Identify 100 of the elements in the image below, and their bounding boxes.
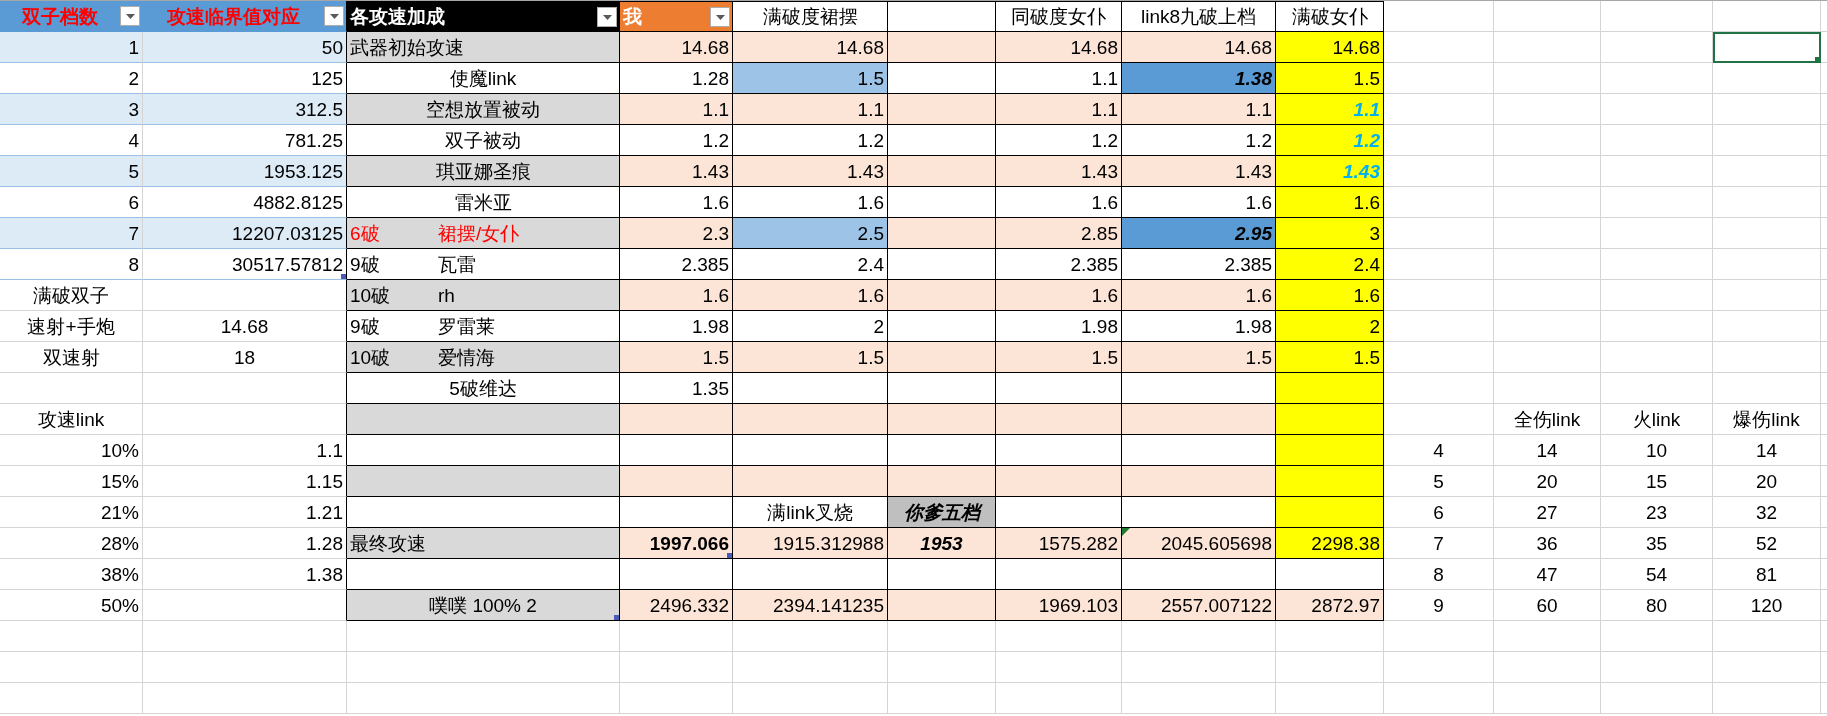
table-cell[interactable]: 2.4 [733,249,888,280]
table-cell[interactable] [996,466,1122,497]
filter-dropdown-button[interactable] [120,6,140,26]
table-cell[interactable] [1276,559,1384,590]
table-cell[interactable]: 38% [0,559,143,590]
table-cell[interactable]: 15% [0,466,143,497]
table-cell[interactable]: 琪亚娜圣痕 [347,156,620,187]
table-cell[interactable] [888,125,996,156]
table-cell[interactable]: 47 [1494,559,1601,590]
table-cell[interactable]: 1575.282 [996,528,1122,559]
table-cell[interactable]: 2.3 [620,218,733,249]
table-cell[interactable]: 7 [1384,528,1494,559]
table-cell[interactable]: 同破度女仆 [996,1,1122,32]
table-cell[interactable]: 满破女仆 [1276,1,1384,32]
table-cell[interactable]: 1969.103 [996,590,1122,621]
table-cell[interactable]: 空想放置被动 [347,94,620,125]
table-cell[interactable]: 2394.141235 [733,590,888,621]
table-cell[interactable] [996,404,1122,435]
table-cell[interactable]: 14.68 [1122,32,1276,63]
table-cell[interactable] [733,373,888,404]
table-cell[interactable]: 1.5 [733,342,888,373]
table-cell[interactable] [888,342,996,373]
table-cell[interactable]: 28% [0,528,143,559]
table-cell[interactable]: 2 [0,63,143,94]
table-cell[interactable] [996,435,1122,466]
table-cell[interactable]: 使魔link [347,63,620,94]
table-cell[interactable] [1122,466,1276,497]
table-cell[interactable]: 双速射 [0,342,143,373]
table-cell[interactable]: 1953 [888,528,996,559]
table-cell[interactable] [1276,373,1384,404]
table-cell[interactable]: 1997.066 [620,528,733,559]
table-cell[interactable]: 2.385 [1122,249,1276,280]
filter-dropdown-button[interactable] [597,7,617,27]
table-cell[interactable]: 2 [1276,311,1384,342]
table-cell[interactable]: link8九破上档 [1122,1,1276,32]
table-cell[interactable]: 火link [1601,404,1713,435]
filter-dropdown-button[interactable] [710,7,730,27]
table-cell[interactable]: 1.35 [620,373,733,404]
table-cell[interactable]: 1953.125 [143,156,347,187]
table-cell[interactable]: 1.28 [620,63,733,94]
table-cell[interactable] [733,559,888,590]
table-cell[interactable]: 1.5 [1276,63,1384,94]
table-cell[interactable]: 1 [0,32,143,63]
table-cell[interactable]: 1.43 [620,156,733,187]
table-cell[interactable] [888,32,996,63]
table-cell[interactable] [620,435,733,466]
table-cell[interactable]: 8 [0,249,143,280]
selected-cell[interactable] [1713,32,1821,63]
table-cell[interactable]: 1.6 [1276,187,1384,218]
table-cell[interactable]: 最终攻速 [347,528,620,559]
table-cell[interactable] [1122,435,1276,466]
table-cell[interactable]: 2872.97 [1276,590,1384,621]
table-cell[interactable]: 14 [1713,435,1821,466]
table-cell[interactable]: 1.2 [1122,125,1276,156]
table-cell[interactable]: 2496.332 [620,590,733,621]
table-cell[interactable] [888,404,996,435]
table-cell[interactable]: 1.98 [996,311,1122,342]
table-cell[interactable] [347,404,620,435]
table-cell[interactable]: 4 [0,125,143,156]
table-cell[interactable]: 1.38 [1122,63,1276,94]
table-cell[interactable]: 125 [143,63,347,94]
table-cell[interactable]: 你爹五档 [888,497,996,528]
table-cell[interactable]: 6 [1384,497,1494,528]
table-cell[interactable]: 武器初始攻速 [347,32,620,63]
table-cell[interactable]: 1.43 [996,156,1122,187]
table-cell[interactable] [733,466,888,497]
table-cell[interactable]: 23 [1601,497,1713,528]
table-cell[interactable] [888,156,996,187]
table-cell[interactable] [347,559,620,590]
table-cell[interactable]: 1.6 [620,187,733,218]
table-cell[interactable]: 1.98 [1122,311,1276,342]
table-cell[interactable]: 9 [1384,590,1494,621]
table-cell[interactable]: 2298.38 [1276,528,1384,559]
table-cell[interactable] [996,497,1122,528]
table-cell[interactable]: 1.2 [733,125,888,156]
table-cell[interactable] [888,590,996,621]
table-cell[interactable]: 全伤link [1494,404,1601,435]
table-cell[interactable]: 1.6 [1122,187,1276,218]
table-cell[interactable]: 54 [1601,559,1713,590]
table-cell[interactable]: 35 [1601,528,1713,559]
table-cell[interactable]: 10% [0,435,143,466]
table-cell[interactable] [996,373,1122,404]
table-cell[interactable]: 1.1 [1122,94,1276,125]
table-cell[interactable]: 1.5 [733,63,888,94]
table-cell[interactable] [733,435,888,466]
table-cell[interactable] [888,249,996,280]
table-cell[interactable]: 32 [1713,497,1821,528]
table-cell[interactable]: 1.6 [733,187,888,218]
table-cell[interactable] [1122,497,1276,528]
table-cell[interactable]: 14 [1494,435,1601,466]
table-cell[interactable] [996,559,1122,590]
filter-dropdown-button[interactable] [324,6,344,26]
table-cell[interactable]: 81 [1713,559,1821,590]
table-cell[interactable]: 60 [1494,590,1601,621]
table-cell[interactable]: 12207.03125 [143,218,347,249]
table-cell[interactable]: 14.68 [996,32,1122,63]
table-cell[interactable] [1276,466,1384,497]
table-cell[interactable]: 312.5 [143,94,347,125]
table-cell[interactable] [888,218,996,249]
table-cell[interactable] [1276,435,1384,466]
